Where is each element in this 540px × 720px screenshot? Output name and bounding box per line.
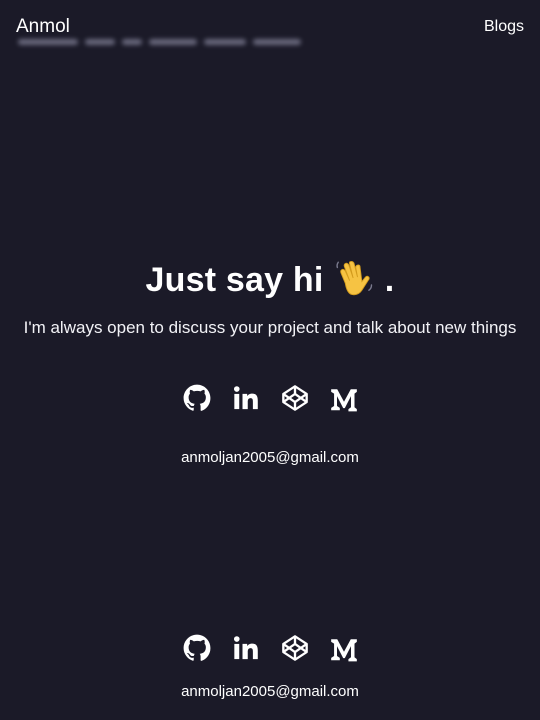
codepen-icon (281, 635, 308, 661)
medium-icon (330, 389, 357, 412)
github-icon (183, 384, 210, 411)
nav-blogs-link[interactable]: Blogs (484, 17, 524, 37)
social-links (0, 384, 540, 412)
waving-hand-icon (336, 260, 373, 296)
github-icon (183, 634, 210, 661)
codepen-icon (281, 385, 308, 411)
hero-title: Just say hi . (0, 258, 540, 302)
footer-medium-link[interactable] (330, 634, 358, 662)
github-link[interactable] (183, 384, 211, 412)
footer-email-link[interactable]: anmoljan2005@gmail.com (0, 682, 540, 702)
linkedin-link[interactable] (232, 384, 260, 412)
linkedin-icon (233, 386, 258, 410)
codepen-link[interactable] (281, 384, 309, 412)
footer-social-links (0, 634, 540, 662)
hero-section: Just say hi . I'm always open to discuss… (0, 258, 540, 342)
page: Anmol Blogs Just say hi . I'm always ope… (0, 0, 540, 720)
hero-description: I'm always open to discuss your project … (23, 318, 517, 337)
medium-icon (330, 639, 357, 662)
footer-codepen-link[interactable] (281, 634, 309, 662)
medium-link[interactable] (330, 384, 358, 412)
contact-email-link[interactable]: anmoljan2005@gmail.com (0, 448, 540, 468)
blurred-tagline (18, 34, 318, 50)
linkedin-icon (233, 636, 258, 660)
hero-title-period: . (384, 261, 395, 299)
hero-title-text: Just say hi (145, 261, 324, 299)
footer-github-link[interactable] (183, 634, 211, 662)
footer-linkedin-link[interactable] (232, 634, 260, 662)
